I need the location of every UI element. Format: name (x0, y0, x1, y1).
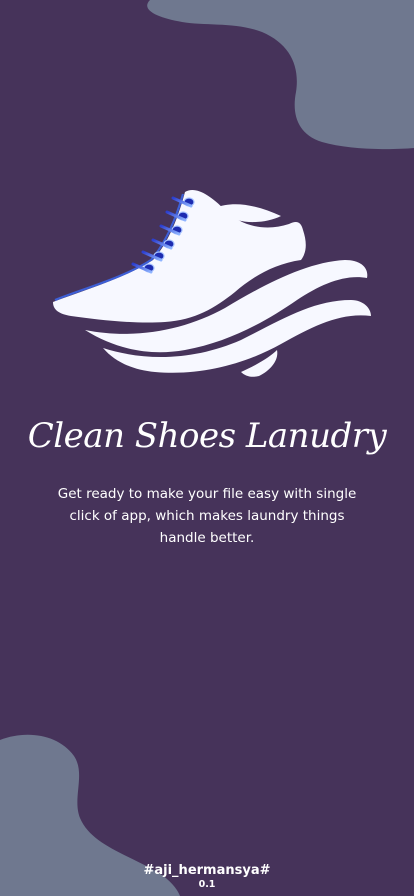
top-right-blob (147, 0, 414, 150)
splash-screen: Clean Shoes Lanudry Get ready to make yo… (0, 0, 414, 896)
author-handle: #aji_hermansya# (143, 863, 271, 878)
app-description: Get ready to make your file easy with si… (57, 486, 357, 546)
sneaker-icon (53, 190, 371, 377)
app-title: Clean Shoes Lanudry (27, 416, 387, 456)
version-label: 0.1 (198, 879, 216, 890)
